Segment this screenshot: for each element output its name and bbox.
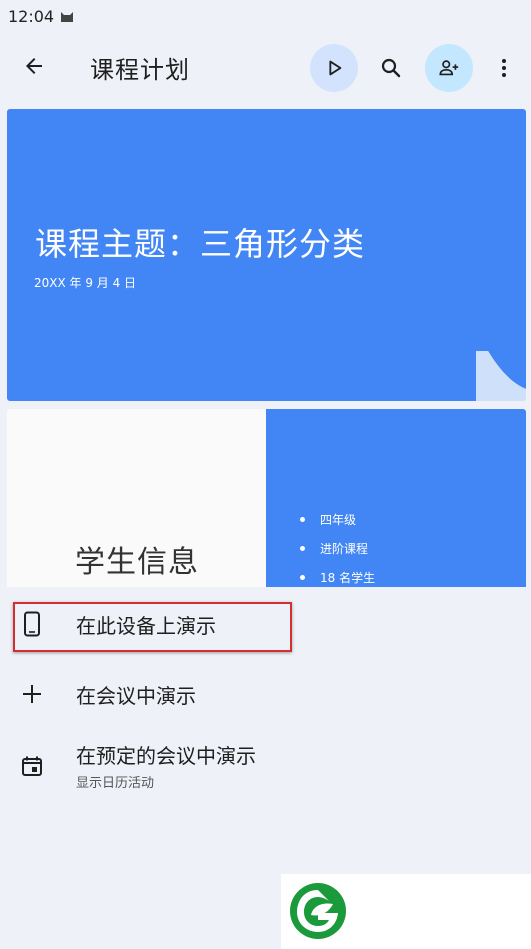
more-vert-icon (502, 59, 506, 77)
back-arrow-icon (26, 58, 42, 74)
status-time: 12:04 (8, 6, 55, 26)
slide-thumbnail-2[interactable]: 学生信息 四年级 进阶课程 18 名学生 (7, 409, 526, 587)
cat-icon (61, 12, 74, 22)
slide-title: 课程主题：三角形分类 (35, 225, 366, 263)
add-person-icon (439, 60, 459, 76)
menu-item-label: 在会议中演示 (76, 684, 196, 708)
bullet-item: 四年级 (300, 510, 375, 539)
share-button[interactable] (425, 44, 473, 92)
bullet-item: 18 名学生 (300, 568, 375, 587)
present-in-meeting-item[interactable]: 在会议中演示 (0, 668, 531, 720)
slide-title: 学生信息 (75, 545, 199, 580)
present-in-scheduled-meeting-item[interactable]: 在预定的会议中演示 显示日历活动 (0, 736, 531, 796)
status-bar: 12:04 (0, 0, 531, 32)
bullet-list: 四年级 进阶课程 18 名学生 (300, 510, 375, 587)
plus-icon (20, 682, 44, 706)
bullet-item: 进阶课程 (300, 539, 375, 568)
search-button[interactable] (367, 44, 415, 92)
back-button[interactable] (14, 46, 54, 86)
menu-item-sublabel: 显示日历活动 (76, 776, 155, 791)
menu-item-label: 在预定的会议中演示 (76, 744, 256, 768)
present-button[interactable] (310, 44, 358, 92)
slide-thumbnail-1[interactable]: 课程主题：三角形分类 20XX 年 9 月 4 日 (7, 109, 526, 401)
app-bar: 课程计划 (0, 32, 531, 104)
highlight-box (13, 602, 292, 652)
slide-left-pane: 学生信息 (7, 409, 266, 587)
page-corner-decoration (476, 351, 526, 401)
watermark-logo-area (281, 874, 531, 949)
search-icon (381, 58, 401, 78)
more-options-button[interactable] (482, 44, 526, 92)
calendar-icon (20, 754, 44, 778)
slide-date: 20XX 年 9 月 4 日 (34, 276, 137, 290)
play-icon (329, 60, 342, 76)
leaf-logo-icon (290, 883, 346, 939)
slide-right-pane: 四年级 进阶课程 18 名学生 (266, 409, 526, 587)
page-title: 课程计划 (90, 56, 190, 84)
